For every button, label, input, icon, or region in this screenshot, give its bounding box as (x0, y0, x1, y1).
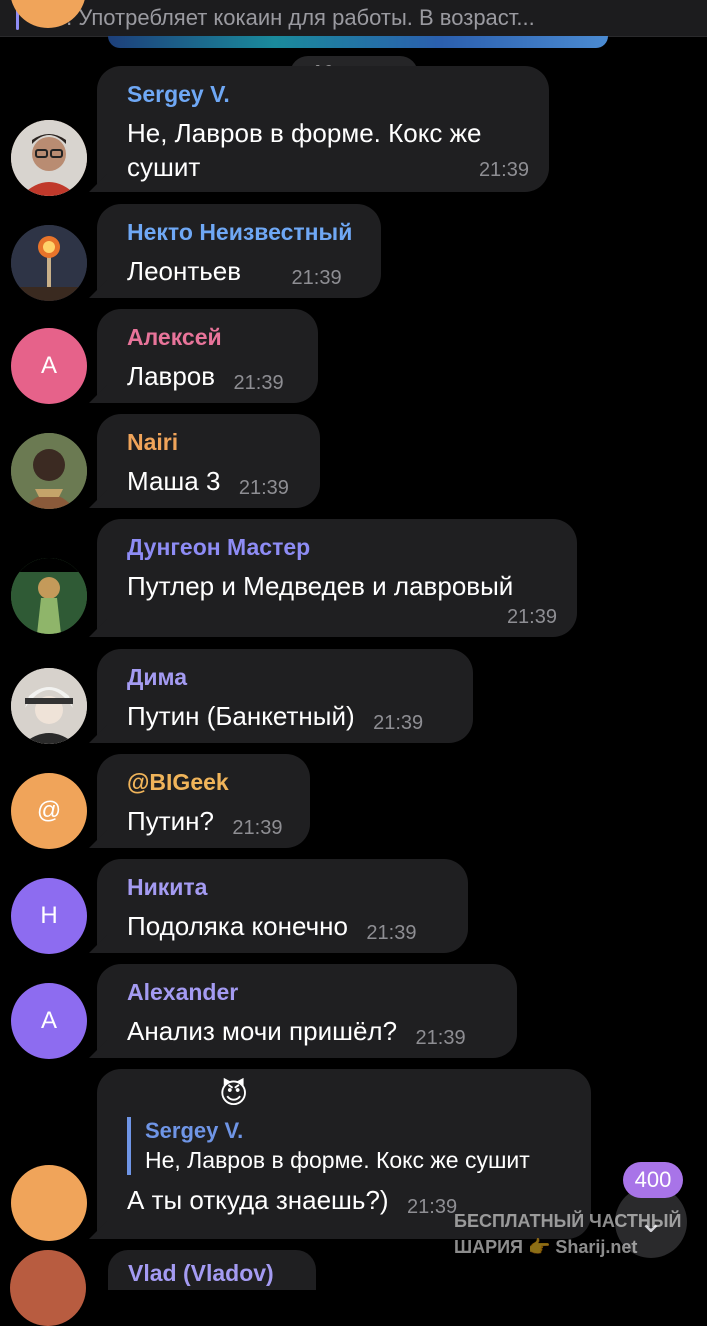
message-time: 21:39 (415, 1027, 466, 1049)
sender-name[interactable]: Sergey V. (127, 80, 527, 108)
avatar[interactable]: H (11, 878, 87, 954)
avatar[interactable]: A (11, 328, 87, 404)
message-time: 21:39 (373, 712, 424, 734)
avatar-initial: A (40, 1007, 57, 1034)
sender-name[interactable]: Alexander (127, 978, 495, 1006)
devil-reaction-icon[interactable]: 😈 (219, 1079, 569, 1109)
message-bubble[interactable]: Дима Путин (Банкетный) 21:39 (97, 649, 473, 743)
message-bubble[interactable]: Дунгеон Мастер Путлер и Медведев и лавро… (97, 519, 577, 637)
message-text: Маша 3 (127, 466, 221, 496)
message-line: Подоляка конечно 21:39 (127, 909, 446, 944)
message-bubble[interactable]: Sergey V. Не, Лавров в форме. Кокс же су… (97, 66, 549, 192)
avatar[interactable] (10, 1250, 86, 1326)
message-line: Лавров 21:39 (127, 359, 296, 394)
sender-name[interactable]: @BIGeek (127, 768, 288, 796)
user-photo-icon (11, 433, 87, 509)
avatar[interactable] (11, 120, 87, 196)
message-line: Леонтьев 21:39 (127, 254, 359, 289)
message-time: 21:39 (291, 267, 342, 289)
message-line: Путин (Банкетный) 21:39 (127, 699, 451, 734)
message-time: 21:39 (506, 606, 557, 628)
avatar-initial: @ (36, 797, 62, 824)
avatar[interactable] (11, 433, 87, 509)
message-bubble[interactable]: Nairi Маша 3 21:39 (97, 414, 320, 508)
message-bubble[interactable]: Никита Подоляка конечно 21:39 (97, 859, 468, 953)
avatar[interactable]: A (11, 983, 87, 1059)
reply-sender-name: Sergey V. (145, 1118, 244, 1143)
sender-name[interactable]: Дима (127, 663, 451, 691)
message-text: Путлер и Медведев и лавровый (127, 571, 514, 601)
message-line: Путин? 21:39 (127, 804, 288, 839)
anime-avatar-icon (11, 668, 87, 744)
unread-count-badge[interactable]: 400 (623, 1162, 683, 1198)
message-line: Маша 3 21:39 (127, 464, 298, 499)
avatar[interactable] (11, 1165, 87, 1241)
message-bubble[interactable]: Vlad (Vladov) (108, 1250, 316, 1290)
message-bubble[interactable]: @BIGeek Путин? 21:39 (97, 754, 310, 848)
watermark-line: ШАРИЯ 👉 Sharij.net (454, 1237, 638, 1257)
sender-name[interactable]: Никита (127, 873, 446, 901)
message-text: Путин? (127, 806, 214, 836)
reply-text: Не, Лавров в форме. Кокс же сушит (145, 1147, 530, 1173)
avatar[interactable] (11, 225, 87, 301)
message-bubble[interactable]: Алексей Лавров 21:39 (97, 309, 318, 403)
user-photo-icon (11, 558, 87, 634)
message-line: Путлер и Медведев и лавровый (127, 569, 555, 603)
watermark-line: БЕСПЛАТНЫЙ ЧАСТНЫЙ (454, 1211, 682, 1231)
message-text: Подоляка конечно (127, 911, 348, 941)
sender-name[interactable]: Алексей (127, 323, 296, 351)
avatar[interactable] (11, 668, 87, 744)
pinned-message-bar[interactable]: РФ. Употребляет кокаин для работы. В воз… (0, 0, 707, 37)
message-time: 21:39 (233, 372, 284, 394)
message-time: 21:39 (232, 817, 283, 839)
avatar-initial: A (40, 352, 57, 379)
message-text: Анализ мочи пришёл? (127, 1016, 398, 1046)
watermark: БЕСПЛАТНЫЙ ЧАСТНЫЙ ШАРИЯ 👉 Sharij.net (454, 1208, 681, 1260)
message-text: Лавров (127, 361, 216, 391)
reply-quote[interactable]: Sergey V. Не, Лавров в форме. Кокс же су… (127, 1117, 569, 1175)
message-text: А ты откуда знаешь?) (127, 1185, 389, 1215)
sender-name[interactable]: Vlad (Vladov) (128, 1260, 274, 1286)
avatar[interactable] (11, 558, 87, 634)
message-bubble[interactable]: Alexander Анализ мочи пришёл? 21:39 (97, 964, 517, 1058)
message-time: 21:39 (238, 477, 289, 499)
message-time: 21:39 (366, 922, 417, 944)
avatar[interactable]: @ (11, 773, 87, 849)
message-text-block: Не, Лавров в форме. Кокс же сушит (127, 116, 537, 184)
user-photo-icon (11, 120, 87, 196)
explosion-photo-icon (11, 225, 87, 301)
sender-name[interactable]: Дунгеон Мастер (127, 533, 555, 561)
sender-name[interactable]: Некто Неизвестный (127, 218, 359, 246)
message-time: 21:39 (478, 159, 529, 181)
avatar-initial: H (40, 902, 58, 929)
sender-name[interactable]: Nairi (127, 428, 298, 456)
message-time: 21:39 (407, 1196, 458, 1218)
message-line: Анализ мочи пришёл? 21:39 (127, 1014, 495, 1049)
message-text: Леонтьев (127, 256, 242, 286)
message-text: Путин (Банкетный) (127, 701, 355, 731)
pinned-message-text: РФ. Употребляет кокаин для работы. В воз… (35, 5, 535, 30)
media-message-fragment[interactable] (108, 36, 608, 48)
message-bubble[interactable]: Некто Неизвестный Леонтьев 21:39 (97, 204, 381, 298)
message-text: Не, Лавров в форме. Кокс же сушит (127, 118, 482, 182)
